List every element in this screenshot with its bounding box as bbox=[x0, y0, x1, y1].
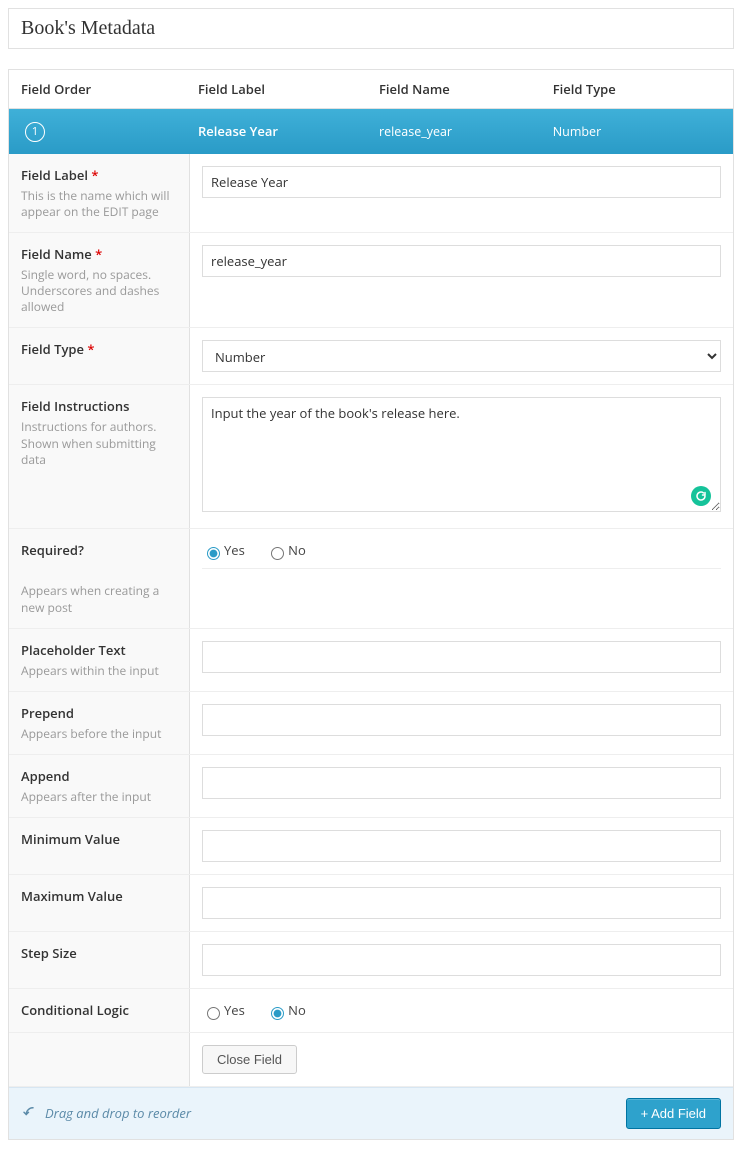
fields-box: Field Order Field Label Field Name Field… bbox=[8, 69, 734, 1140]
select-field-type[interactable]: Number bbox=[202, 340, 721, 372]
label-prepend: Prepend bbox=[21, 704, 177, 722]
row-name: release_year bbox=[371, 111, 545, 152]
setting-step: Step Size bbox=[9, 932, 733, 989]
label-field-name: Field Name * bbox=[21, 245, 177, 263]
setting-append: Append Appears after the input bbox=[9, 755, 733, 818]
input-field-name[interactable] bbox=[202, 245, 721, 277]
setting-close: Close Field bbox=[9, 1033, 733, 1087]
th-order: Field Order bbox=[9, 70, 190, 108]
label-append: Append bbox=[21, 767, 177, 785]
th-name: Field Name bbox=[371, 70, 545, 108]
setting-field-type: Field Type * Number bbox=[9, 328, 733, 385]
reorder-arrow-icon bbox=[21, 1104, 39, 1122]
label-max: Maximum Value bbox=[21, 887, 177, 905]
radio-conditional-no[interactable] bbox=[271, 1007, 284, 1020]
required-mark: * bbox=[87, 340, 94, 358]
order-badge: 1 bbox=[25, 122, 45, 142]
textarea-instructions[interactable]: Input the year of the book's release her… bbox=[202, 397, 721, 512]
setting-placeholder: Placeholder Text Appears within the inpu… bbox=[9, 629, 733, 692]
desc-append: Appears after the input bbox=[21, 789, 177, 805]
row-label: Release Year bbox=[190, 110, 371, 152]
footer-bar: Drag and drop to reorder + Add Field bbox=[9, 1087, 733, 1139]
field-row[interactable]: 1 Release Year release_year Number bbox=[9, 109, 733, 154]
radio-required-yes[interactable] bbox=[207, 547, 220, 560]
input-placeholder[interactable] bbox=[202, 641, 721, 673]
label-conditional: Conditional Logic bbox=[21, 1001, 177, 1019]
add-field-button[interactable]: + Add Field bbox=[626, 1098, 721, 1129]
radio-conditional-no-label[interactable]: No bbox=[266, 1001, 306, 1019]
desc-placeholder: Appears within the input bbox=[21, 663, 177, 679]
radio-conditional-yes[interactable] bbox=[207, 1007, 220, 1020]
label-instructions: Field Instructions bbox=[21, 397, 177, 415]
setting-required: Required? Appears when creating a new po… bbox=[9, 529, 733, 628]
label-field-label: Field Label * bbox=[21, 166, 177, 184]
setting-max: Maximum Value bbox=[9, 875, 733, 932]
label-required: Required? bbox=[21, 541, 177, 559]
th-label: Field Label bbox=[190, 70, 371, 108]
desc-field-name: Single word, no spaces. Underscores and … bbox=[21, 267, 177, 316]
required-mark: * bbox=[95, 245, 102, 263]
input-max[interactable] bbox=[202, 887, 721, 919]
setting-instructions: Field Instructions Instructions for auth… bbox=[9, 385, 733, 529]
setting-min: Minimum Value bbox=[9, 818, 733, 875]
required-mark: * bbox=[91, 166, 98, 184]
label-field-type: Field Type * bbox=[21, 340, 177, 358]
input-field-label[interactable] bbox=[202, 166, 721, 198]
th-type: Field Type bbox=[545, 70, 733, 108]
panel-title: Book's Metadata bbox=[21, 17, 721, 40]
radio-conditional-yes-label[interactable]: Yes bbox=[202, 1001, 245, 1019]
radio-required-no[interactable] bbox=[271, 547, 284, 560]
row-order-cell: 1 bbox=[9, 109, 190, 154]
label-step: Step Size bbox=[21, 944, 177, 962]
setting-field-name: Field Name * Single word, no spaces. Und… bbox=[9, 233, 733, 329]
input-step[interactable] bbox=[202, 944, 721, 976]
setting-conditional: Conditional Logic Yes No bbox=[9, 989, 733, 1033]
radio-required-no-label[interactable]: No bbox=[266, 541, 306, 559]
close-field-button[interactable]: Close Field bbox=[202, 1045, 297, 1074]
input-min[interactable] bbox=[202, 830, 721, 862]
desc-field-label: This is the name which will appear on th… bbox=[21, 188, 177, 220]
input-append[interactable] bbox=[202, 767, 721, 799]
table-header: Field Order Field Label Field Name Field… bbox=[9, 70, 733, 109]
label-min: Minimum Value bbox=[21, 830, 177, 848]
setting-field-label: Field Label * This is the name which wil… bbox=[9, 154, 733, 233]
drag-hint: Drag and drop to reorder bbox=[21, 1104, 191, 1122]
panel-header: Book's Metadata bbox=[8, 8, 734, 49]
input-prepend[interactable] bbox=[202, 704, 721, 736]
desc-instructions: Instructions for authors. Shown when sub… bbox=[21, 419, 177, 468]
desc-required: Appears when creating a new post bbox=[21, 583, 177, 615]
label-placeholder: Placeholder Text bbox=[21, 641, 177, 659]
radio-required-yes-label[interactable]: Yes bbox=[202, 541, 245, 559]
desc-prepend: Appears before the input bbox=[21, 726, 177, 742]
setting-prepend: Prepend Appears before the input bbox=[9, 692, 733, 755]
row-type: Number bbox=[545, 111, 733, 152]
